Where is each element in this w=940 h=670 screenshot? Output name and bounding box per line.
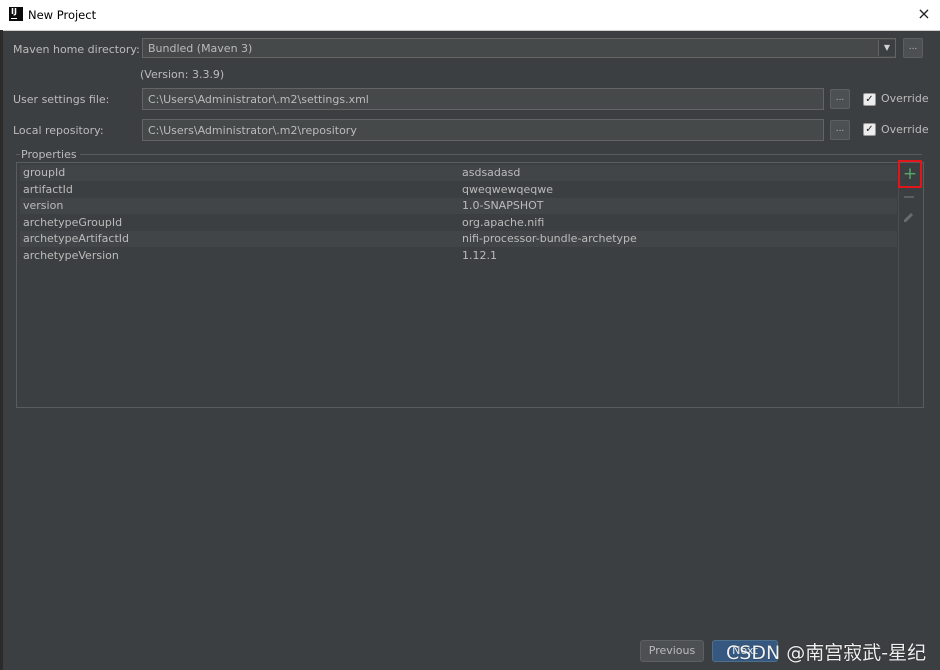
property-key: archetypeGroupId bbox=[23, 216, 123, 229]
table-row[interactable]: artifactId qweqwewqeqwe bbox=[20, 182, 897, 198]
maven-version-note: (Version: 3.3.9) bbox=[140, 68, 225, 81]
watermark-text: CSDN @南宫寂武-星纪 bbox=[726, 642, 927, 664]
local-repository-override-checkbox[interactable]: ✓ bbox=[863, 123, 876, 136]
property-key: version bbox=[23, 199, 64, 212]
property-value: 1.0-SNAPSHOT bbox=[462, 199, 544, 212]
add-property-button[interactable]: + bbox=[898, 160, 922, 188]
properties-group-label: Properties bbox=[21, 148, 77, 161]
previous-button[interactable]: Previous bbox=[640, 640, 704, 662]
table-row[interactable]: groupId asdsadasd bbox=[20, 165, 897, 181]
property-key: archetypeArtifactId bbox=[23, 232, 129, 245]
user-settings-override-label: Override bbox=[881, 92, 929, 105]
local-repository-label: Local repository: bbox=[13, 124, 104, 137]
user-settings-label: User settings file: bbox=[13, 93, 110, 106]
table-row[interactable]: archetypeArtifactId nifi-processor-bundl… bbox=[20, 231, 897, 247]
property-key: archetypeVersion bbox=[23, 249, 119, 262]
property-value: nifi-processor-bundle-archetype bbox=[462, 232, 637, 245]
maven-home-combo[interactable]: Bundled (Maven 3) bbox=[142, 38, 896, 58]
properties-toolbar bbox=[898, 165, 922, 405]
pencil-icon[interactable] bbox=[901, 208, 917, 224]
maven-home-value: Bundled (Maven 3) bbox=[148, 42, 253, 55]
property-value: 1.12.1 bbox=[462, 249, 497, 262]
property-value: qweqwewqeqwe bbox=[462, 183, 553, 196]
table-row[interactable]: archetypeVersion 1.12.1 bbox=[20, 248, 897, 264]
title-bar: IJ New Project × bbox=[0, 0, 940, 31]
table-row[interactable]: version 1.0-SNAPSHOT bbox=[20, 198, 897, 214]
remove-property-icon[interactable] bbox=[904, 196, 914, 198]
local-repository-value: C:\Users\Administrator\.m2\repository bbox=[148, 124, 357, 137]
maven-home-label: Maven home directory: bbox=[13, 43, 140, 56]
user-settings-override-checkbox[interactable]: ✓ bbox=[863, 93, 876, 106]
window-title: New Project bbox=[28, 8, 97, 22]
properties-table[interactable]: groupId asdsadasd artifactId qweqwewqeqw… bbox=[20, 165, 897, 405]
left-edge bbox=[0, 30, 3, 670]
local-repository-override-label: Override bbox=[881, 123, 929, 136]
user-settings-field[interactable]: C:\Users\Administrator\.m2\settings.xml bbox=[142, 88, 824, 110]
intellij-app-icon: IJ bbox=[9, 7, 23, 21]
property-key: groupId bbox=[23, 166, 66, 179]
close-icon[interactable]: × bbox=[914, 4, 934, 24]
group-border bbox=[16, 154, 20, 155]
property-value: org.apache.nifi bbox=[462, 216, 545, 229]
chevron-down-icon[interactable]: ▼ bbox=[878, 40, 895, 56]
group-border bbox=[80, 154, 922, 155]
local-repository-field[interactable]: C:\Users\Administrator\.m2\repository bbox=[142, 119, 824, 141]
maven-home-browse-button[interactable]: ... bbox=[903, 38, 923, 58]
property-value: asdsadasd bbox=[462, 166, 521, 179]
property-key: artifactId bbox=[23, 183, 73, 196]
user-settings-browse-button[interactable]: ... bbox=[830, 89, 850, 109]
table-row[interactable]: archetypeGroupId org.apache.nifi bbox=[20, 215, 897, 231]
local-repository-browse-button[interactable]: ... bbox=[830, 120, 850, 140]
user-settings-value: C:\Users\Administrator\.m2\settings.xml bbox=[148, 93, 369, 106]
